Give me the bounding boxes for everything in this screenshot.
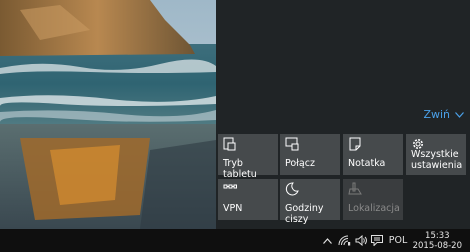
moon-icon <box>285 182 299 196</box>
note-icon <box>349 137 361 151</box>
clock-date: 2015-08-20 <box>412 241 462 251</box>
notification-icon <box>371 235 383 246</box>
tile-location[interactable]: Lokalizacja <box>343 179 403 220</box>
tile-label: Tryb tabletu <box>223 158 257 180</box>
vpn-icon <box>223 184 237 189</box>
show-hidden-icons-button[interactable] <box>320 229 334 252</box>
volume-button[interactable] <box>353 229 369 252</box>
clock-time: 15:33 <box>425 231 450 241</box>
speaker-icon <box>355 235 367 246</box>
desktop-wallpaper <box>0 0 216 229</box>
collapse-button[interactable]: Zwiń <box>423 108 464 121</box>
language-indicator[interactable]: POL <box>386 229 410 252</box>
tile-vpn[interactable]: VPN <box>218 179 278 220</box>
chevron-down-icon <box>455 111 464 118</box>
tile-tablet-mode[interactable]: Tryb tabletu <box>218 134 278 180</box>
tile-label: Notatka <box>348 158 386 169</box>
action-center-panel: Zwiń Tryb tabletu Połącz Notatka Wszystk… <box>216 0 470 229</box>
tile-quiet-hours[interactable]: Godziny ciszy <box>280 179 340 225</box>
tile-label: Wszystkie ustawienia <box>411 149 463 171</box>
chevron-up-icon <box>322 237 332 244</box>
connect-icon <box>285 137 299 151</box>
network-signal-icon <box>338 235 350 246</box>
action-center-button[interactable] <box>369 229 385 252</box>
tile-all-settings[interactable]: Wszystkie ustawienia <box>406 134 466 175</box>
tile-label: VPN <box>223 203 243 214</box>
tile-note[interactable]: Notatka <box>343 134 403 175</box>
tile-label: Godziny ciszy <box>285 203 324 225</box>
tile-label: Lokalizacja <box>348 203 400 214</box>
tile-label: Połącz <box>285 158 315 169</box>
location-icon <box>348 182 362 195</box>
tile-connect[interactable]: Połącz <box>280 134 340 175</box>
collapse-label: Zwiń <box>423 108 450 121</box>
clock[interactable]: 15:33 2015-08-20 <box>413 231 462 251</box>
beach-wallpaper-image <box>0 0 216 229</box>
tablet-mode-icon <box>223 137 236 151</box>
network-button[interactable] <box>336 229 352 252</box>
taskbar: POL 15:33 2015-08-20 <box>0 229 470 252</box>
